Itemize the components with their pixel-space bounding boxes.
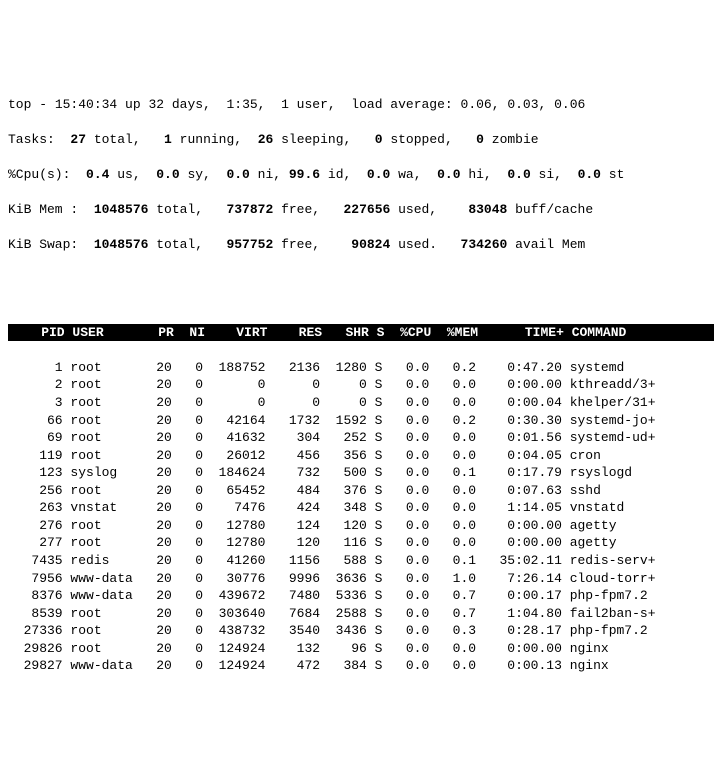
summary-line-mem: KiB Mem : 1048576 total, 737872 free, 22… xyxy=(8,201,714,219)
process-row[interactable]: 119 root 20 0 26012 456 356 S 0.0 0.0 0:… xyxy=(8,447,714,465)
process-row[interactable]: 263 vnstat 20 0 7476 424 348 S 0.0 0.0 1… xyxy=(8,499,714,517)
process-row[interactable]: 8376 www-data 20 0 439672 7480 5336 S 0.… xyxy=(8,587,714,605)
top-summary: top - 15:40:34 up 32 days, 1:35, 1 user,… xyxy=(8,78,714,271)
process-row[interactable]: 7435 redis 20 0 41260 1156 588 S 0.0 0.1… xyxy=(8,552,714,570)
process-row[interactable]: 29827 www-data 20 0 124924 472 384 S 0.0… xyxy=(8,657,714,675)
process-table-header: PID USER PR NI VIRT RES SHR S %CPU %MEM … xyxy=(8,324,714,342)
summary-line-tasks: Tasks: 27 total, 1 running, 26 sleeping,… xyxy=(8,131,714,149)
process-row[interactable]: 276 root 20 0 12780 124 120 S 0.0 0.0 0:… xyxy=(8,517,714,535)
process-row[interactable]: 29826 root 20 0 124924 132 96 S 0.0 0.0 … xyxy=(8,640,714,658)
process-row[interactable]: 27336 root 20 0 438732 3540 3436 S 0.0 0… xyxy=(8,622,714,640)
process-row[interactable]: 123 syslog 20 0 184624 732 500 S 0.0 0.1… xyxy=(8,464,714,482)
summary-line-swap: KiB Swap: 1048576 total, 957752 free, 90… xyxy=(8,236,714,254)
process-row[interactable]: 3 root 20 0 0 0 0 S 0.0 0.0 0:00.04 khel… xyxy=(8,394,714,412)
process-row[interactable]: 2 root 20 0 0 0 0 S 0.0 0.0 0:00.00 kthr… xyxy=(8,376,714,394)
process-table-body: 1 root 20 0 188752 2136 1280 S 0.0 0.2 0… xyxy=(8,359,714,675)
process-row[interactable]: 66 root 20 0 42164 1732 1592 S 0.0 0.2 0… xyxy=(8,412,714,430)
process-row[interactable]: 277 root 20 0 12780 120 116 S 0.0 0.0 0:… xyxy=(8,534,714,552)
process-row[interactable]: 7956 www-data 20 0 30776 9996 3636 S 0.0… xyxy=(8,570,714,588)
summary-line-uptime: top - 15:40:34 up 32 days, 1:35, 1 user,… xyxy=(8,96,714,114)
process-row[interactable]: 256 root 20 0 65452 484 376 S 0.0 0.0 0:… xyxy=(8,482,714,500)
summary-line-cpu: %Cpu(s): 0.4 us, 0.0 sy, 0.0 ni, 99.6 id… xyxy=(8,166,714,184)
process-row[interactable]: 69 root 20 0 41632 304 252 S 0.0 0.0 0:0… xyxy=(8,429,714,447)
process-row[interactable]: 1 root 20 0 188752 2136 1280 S 0.0 0.2 0… xyxy=(8,359,714,377)
process-row[interactable]: 8539 root 20 0 303640 7684 2588 S 0.0 0.… xyxy=(8,605,714,623)
